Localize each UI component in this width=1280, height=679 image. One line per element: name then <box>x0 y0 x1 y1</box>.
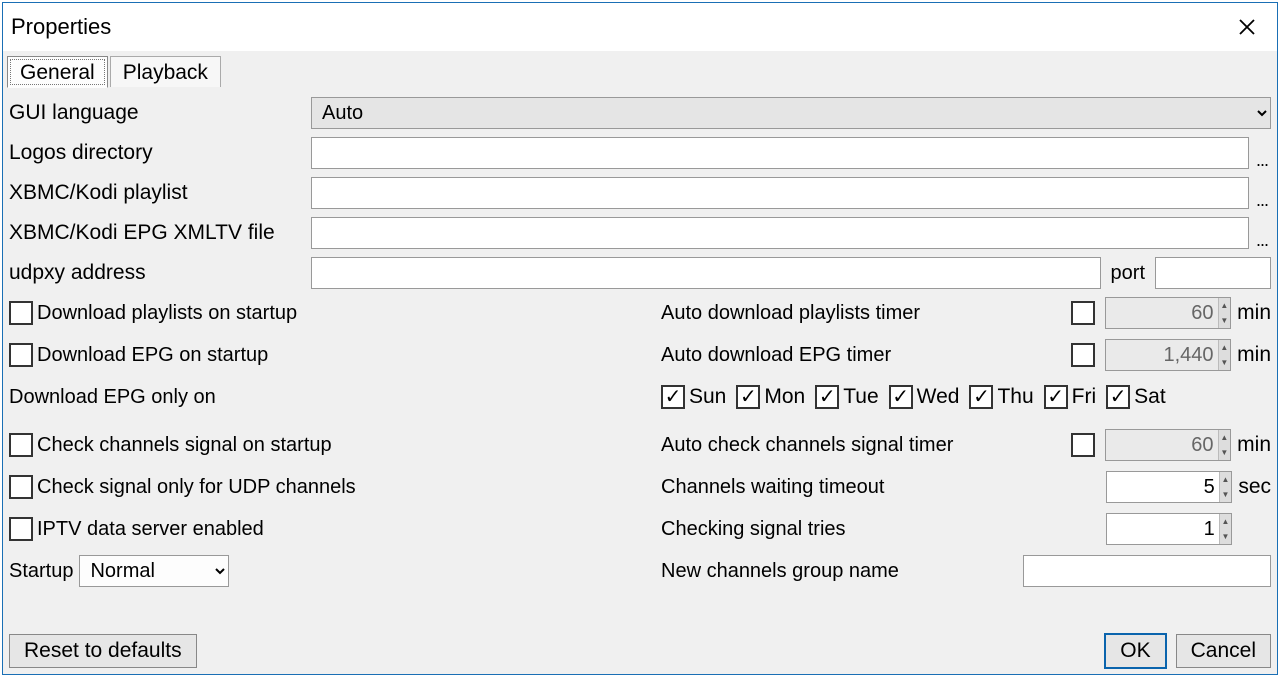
unit-min: min <box>1237 343 1271 367</box>
kodi-epg-label: XBMC/Kodi EPG XMLTV file <box>9 221 311 245</box>
stepper-arrows-icon: ▲▼ <box>1218 430 1231 460</box>
auto-dl-playlists-timer-checkbox[interactable] <box>1071 301 1095 325</box>
tab-content: GUI language Auto Logos directory ... XB… <box>3 87 1277 630</box>
auto-dl-playlists-timer-label: Auto download playlists timer <box>661 302 1071 325</box>
tab-strip: General Playback <box>3 51 1277 87</box>
udpxy-addr-label: udpxy address <box>9 261 311 285</box>
close-icon <box>1238 18 1256 36</box>
unit-min: min <box>1237 433 1271 457</box>
stepper-arrows-icon: ▲▼ <box>1218 340 1231 370</box>
footer: Reset to defaults OK Cancel <box>3 630 1277 674</box>
auto-dl-epg-timer-stepper[interactable]: 1,440 ▲▼ <box>1105 339 1231 371</box>
day-wed: Wed <box>889 385 960 409</box>
udpxy-addr-input[interactable] <box>311 257 1101 289</box>
auto-check-signal-timer-label: Auto check channels signal timer <box>661 434 1071 457</box>
day-fri-checkbox[interactable] <box>1044 385 1068 409</box>
unit-sec: sec <box>1238 475 1271 499</box>
day-fri-label: Fri <box>1072 385 1097 409</box>
check-signal-startup-checkbox[interactable] <box>9 433 33 457</box>
dl-epg-only-on-label: Download EPG only on <box>9 386 216 409</box>
new-group-name-label: New channels group name <box>661 560 1023 583</box>
udpxy-port-input[interactable] <box>1155 257 1271 289</box>
new-group-name-input[interactable] <box>1023 555 1271 587</box>
startup-label: Startup <box>9 560 73 583</box>
gui-language-select[interactable]: Auto <box>311 97 1271 129</box>
days-row: Sun Mon Tue Wed Thu Fri Sat <box>661 385 1271 409</box>
checking-tries-label: Checking signal tries <box>661 518 1106 541</box>
day-wed-label: Wed <box>917 385 960 409</box>
logos-dir-browse-button[interactable]: ... <box>1253 141 1271 165</box>
day-mon: Mon <box>736 385 805 409</box>
dl-epg-startup-label: Download EPG on startup <box>37 344 268 367</box>
properties-window: Properties General Playback GUI language… <box>2 2 1278 675</box>
udpxy-port-label: port <box>1111 262 1145 285</box>
tab-playback[interactable]: Playback <box>110 56 221 87</box>
day-tue-checkbox[interactable] <box>815 385 839 409</box>
day-sun-label: Sun <box>689 385 726 409</box>
ok-button[interactable]: OK <box>1105 634 1165 668</box>
reset-button[interactable]: Reset to defaults <box>9 634 197 668</box>
day-sat: Sat <box>1106 385 1166 409</box>
day-mon-label: Mon <box>764 385 805 409</box>
dl-playlists-startup-checkbox[interactable] <box>9 301 33 325</box>
stepper-arrows-icon: ▲▼ <box>1219 472 1232 502</box>
day-sat-checkbox[interactable] <box>1106 385 1130 409</box>
auto-dl-epg-timer-label: Auto download EPG timer <box>661 344 1071 367</box>
auto-check-signal-timer-stepper[interactable]: 60 ▲▼ <box>1105 429 1231 461</box>
channels-wait-timeout-stepper[interactable]: 5 ▲▼ <box>1106 471 1232 503</box>
check-signal-startup-label: Check channels signal on startup <box>37 434 332 457</box>
day-fri: Fri <box>1044 385 1097 409</box>
day-mon-checkbox[interactable] <box>736 385 760 409</box>
auto-dl-epg-timer-checkbox[interactable] <box>1071 343 1095 367</box>
cancel-button[interactable]: Cancel <box>1176 634 1271 668</box>
channels-wait-timeout-label: Channels waiting timeout <box>661 476 1106 499</box>
check-signal-udp-only-checkbox[interactable] <box>9 475 33 499</box>
auto-dl-playlists-timer-stepper[interactable]: 60 ▲▼ <box>1105 297 1231 329</box>
checking-tries-stepper[interactable]: 1 ▲▼ <box>1106 513 1232 545</box>
kodi-playlist-browse-button[interactable]: ... <box>1253 181 1271 205</box>
logos-dir-input[interactable] <box>311 137 1249 169</box>
day-thu-checkbox[interactable] <box>969 385 993 409</box>
iptv-server-enabled-label: IPTV data server enabled <box>37 518 264 541</box>
day-tue: Tue <box>815 385 878 409</box>
logos-dir-label: Logos directory <box>9 141 311 165</box>
dl-playlists-startup-label: Download playlists on startup <box>37 302 297 325</box>
day-sat-label: Sat <box>1134 385 1166 409</box>
unit-min: min <box>1237 301 1271 325</box>
stepper-arrows-icon: ▲▼ <box>1218 298 1231 328</box>
dl-epg-startup-checkbox[interactable] <box>9 343 33 367</box>
day-thu-label: Thu <box>997 385 1033 409</box>
window-title: Properties <box>11 14 111 40</box>
day-thu: Thu <box>969 385 1033 409</box>
tab-general[interactable]: General <box>7 56 108 88</box>
iptv-server-enabled-checkbox[interactable] <box>9 517 33 541</box>
day-sun: Sun <box>661 385 726 409</box>
day-sun-checkbox[interactable] <box>661 385 685 409</box>
kodi-epg-browse-button[interactable]: ... <box>1253 221 1271 245</box>
kodi-epg-input[interactable] <box>311 217 1249 249</box>
day-wed-checkbox[interactable] <box>889 385 913 409</box>
stepper-arrows-icon: ▲▼ <box>1219 514 1232 544</box>
gui-language-label: GUI language <box>9 101 311 125</box>
titlebar: Properties <box>3 3 1277 51</box>
kodi-playlist-input[interactable] <box>311 177 1249 209</box>
kodi-playlist-label: XBMC/Kodi playlist <box>9 181 311 205</box>
auto-check-signal-timer-checkbox[interactable] <box>1071 433 1095 457</box>
day-tue-label: Tue <box>843 385 878 409</box>
close-button[interactable] <box>1229 9 1265 45</box>
startup-select[interactable]: Normal <box>79 555 229 587</box>
check-signal-udp-only-label: Check signal only for UDP channels <box>37 476 356 499</box>
